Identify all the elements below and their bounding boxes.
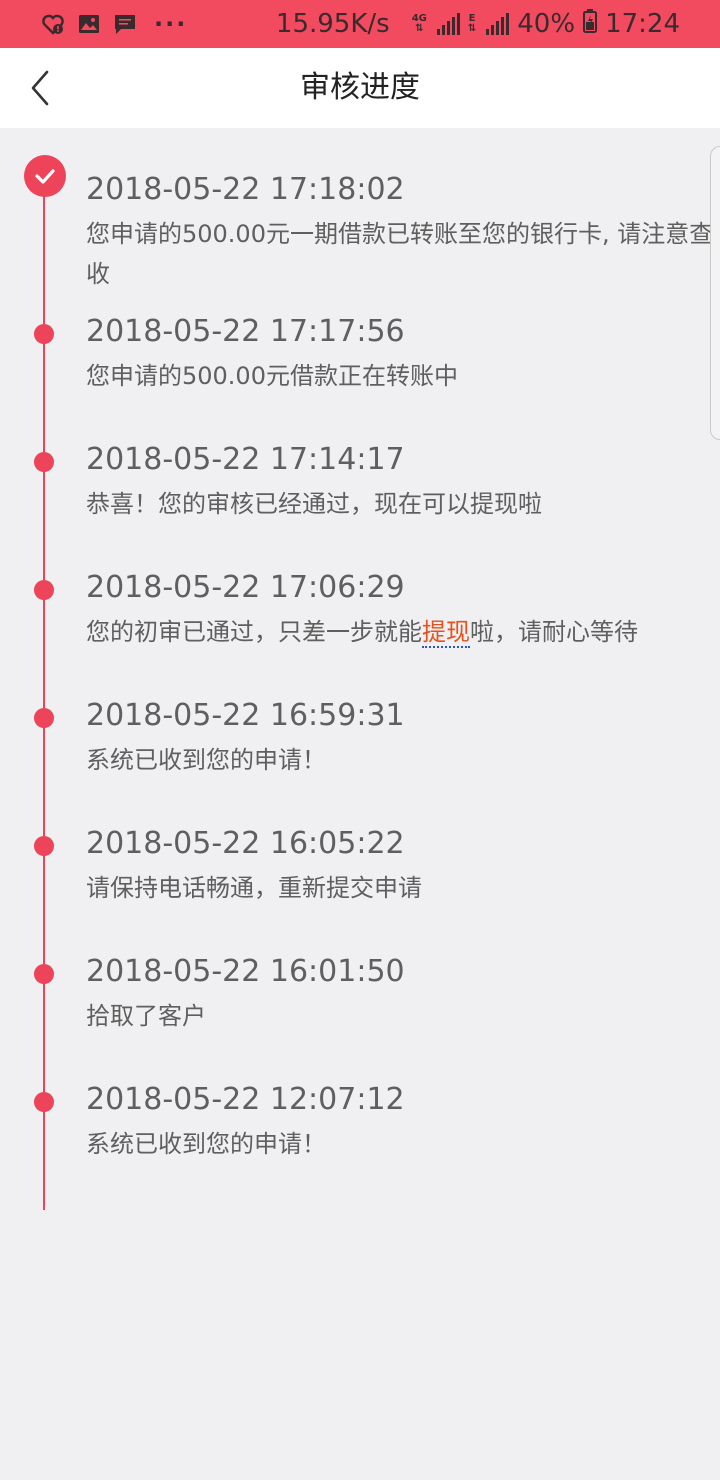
check-circle-icon — [24, 155, 66, 197]
heart-alert-icon — [40, 11, 66, 37]
timeline-message: 系统已收到您的申请！ — [86, 746, 326, 774]
network-speed: 15.95K/s — [275, 9, 390, 39]
clock: 17:24 — [605, 9, 680, 39]
timeline-message: 系统已收到您的申请！ — [86, 1130, 326, 1158]
timeline-time: 2018-05-22 16:59:31 — [86, 698, 405, 733]
timeline-time: 2018-05-22 16:01:50 — [86, 954, 405, 989]
message-icon — [112, 11, 138, 37]
timeline-message: 拾取了客户 — [86, 1002, 206, 1030]
edge-panel-handle[interactable] — [710, 146, 720, 440]
status-notifications: ··· — [40, 8, 187, 40]
timeline-dot — [34, 964, 54, 984]
message-text: 啦，请耐心等待 — [470, 618, 638, 646]
battery-percent: 40% — [517, 9, 576, 39]
more-notifications-icon: ··· — [154, 10, 188, 38]
timeline-time: 2018-05-22 17:06:29 — [86, 570, 405, 605]
image-icon — [76, 11, 102, 37]
timeline-message: 您的初审已通过，只差一步就能提现啦，请耐心等待 — [86, 612, 716, 652]
page-title: 审核进度 — [300, 70, 420, 105]
status-indicators: 15.95K/s 4G ⇅ E ⇅ 40% 17:24 — [276, 8, 680, 40]
timeline-dot — [34, 836, 54, 856]
signal-icon — [436, 13, 460, 35]
progress-timeline: 2018-05-22 17:18:02 您申请的500.00元一期借款已转账至您… — [0, 128, 720, 1218]
timeline-dot — [34, 708, 54, 728]
signal-icon — [486, 13, 510, 35]
data-arrows-icon: ⇅ — [467, 23, 477, 34]
battery-icon — [583, 8, 598, 40]
app-header: 审核进度 — [0, 48, 720, 128]
timeline-time: 2018-05-22 12:07:12 — [86, 1082, 405, 1117]
timeline-dot — [34, 452, 54, 472]
timeline-message: 您申请的500.00元借款正在转账中 — [86, 362, 458, 390]
network-type-e: E ⇅ — [468, 14, 476, 34]
status-bar: ··· 15.95K/s 4G ⇅ E ⇅ 40% 17:24 — [0, 0, 720, 48]
timeline-dot — [34, 1092, 54, 1112]
timeline-dot — [34, 324, 54, 344]
timeline-time: 2018-05-22 17:14:17 — [86, 442, 405, 477]
timeline-time: 2018-05-22 16:05:22 — [86, 826, 405, 861]
network-type-4g: 4G ⇅ — [412, 14, 427, 34]
timeline-message: 恭喜！您的审核已经通过，现在可以提现啦 — [86, 490, 542, 518]
timeline-message: 您申请的500.00元一期借款已转账至您的银行卡, 请注意查收 — [86, 220, 714, 288]
timeline-message: 请保持电话畅通，重新提交申请 — [86, 874, 422, 902]
timeline-time: 2018-05-22 17:17:56 — [86, 314, 405, 349]
timeline-dot — [34, 580, 54, 600]
message-text: 您的初审已通过，只差一步就能 — [86, 618, 422, 646]
timeline-time: 2018-05-22 17:18:02 — [86, 172, 405, 207]
withdraw-link[interactable]: 提现 — [422, 618, 470, 648]
data-arrows-icon: ⇅ — [415, 23, 424, 34]
